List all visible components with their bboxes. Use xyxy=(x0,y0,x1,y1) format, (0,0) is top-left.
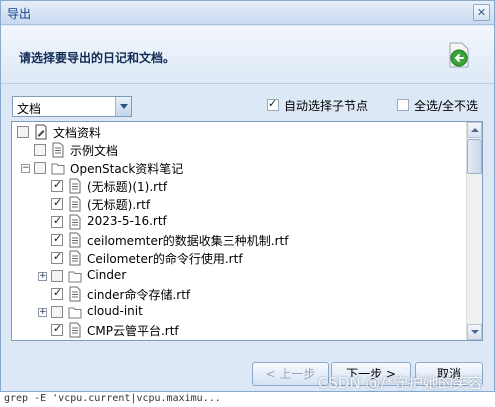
select-all-option[interactable]: 全选/全不选 xyxy=(397,97,487,113)
dialog-title: 导出 xyxy=(7,7,32,21)
select-all-checkbox[interactable] xyxy=(397,99,409,111)
instruction-header: 请选择要导出的日记和文档。 xyxy=(1,26,494,84)
tree-item-checkbox[interactable] xyxy=(34,162,46,174)
watermark-text: CSDN @/*守护她的笑容 xyxy=(317,374,483,392)
tree-item-checkbox[interactable] xyxy=(51,286,63,300)
document-icon xyxy=(51,142,65,158)
document-tree[interactable]: 文档资料示例文档 − OpenStack资料笔记 (无标题)(1).rtf (无标题).… xyxy=(11,121,483,341)
expand-icon[interactable]: + xyxy=(38,272,47,281)
chevron-down-icon[interactable] xyxy=(115,97,131,116)
vertical-scrollbar[interactable] xyxy=(466,122,482,340)
tree-item[interactable]: Ceilometer的命令行使用.rtf xyxy=(12,249,466,267)
document-icon xyxy=(68,178,82,194)
auto-select-children-option[interactable]: 自动选择子节点 xyxy=(267,97,377,113)
scroll-thumb[interactable] xyxy=(467,139,482,174)
tree-item-label: OpenStack资料笔记 xyxy=(70,162,184,176)
document-icon xyxy=(68,286,82,302)
tree-item-checkbox[interactable] xyxy=(51,214,63,228)
tree-item-checkbox[interactable] xyxy=(17,126,29,138)
folder-icon xyxy=(68,304,82,320)
folder-icon xyxy=(68,268,82,284)
tree-item-checkbox[interactable] xyxy=(51,250,63,264)
close-icon[interactable]: ✕ xyxy=(473,4,490,21)
tree-item[interactable]: 2023-5-16.rtf xyxy=(12,213,466,231)
tree-item[interactable]: (无标题).rtf xyxy=(12,195,466,213)
terminal-status-bar: grep -E 'vcpu.current|vcpu.maximu... xyxy=(0,392,495,407)
tree-item-checkbox[interactable] xyxy=(51,178,63,192)
document-icon xyxy=(68,214,82,230)
auto-select-children-label: 自动选择子节点 xyxy=(284,99,369,113)
tree-item-checkbox[interactable] xyxy=(34,144,46,156)
export-arrow-icon xyxy=(449,42,469,68)
document-icon xyxy=(68,196,82,212)
tree-item[interactable]: cinder命令存储.rtf xyxy=(12,285,466,303)
tree-item-label: Cinder xyxy=(87,268,127,282)
category-select-value: 文档 xyxy=(17,102,42,116)
tree-item-checkbox[interactable] xyxy=(51,232,63,246)
expand-icon[interactable]: + xyxy=(38,308,47,317)
folder-icon xyxy=(51,160,65,176)
export-dialog: 导出 ✕ 请选择要导出的日记和文档。 文档 自动选择子节点 全选/全不选 文档资… xyxy=(0,0,495,392)
tree-item[interactable]: ceilomemter的数据收集三种机制.rtf xyxy=(12,231,466,249)
document-icon xyxy=(68,322,82,338)
tree-item-checkbox[interactable] xyxy=(51,270,63,282)
edit-doc-icon xyxy=(34,124,48,140)
tree-item-label: (无标题)(1).rtf xyxy=(87,180,168,194)
instruction-text: 请选择要导出的日记和文档。 xyxy=(19,51,176,65)
document-icon xyxy=(68,232,82,248)
tree-item-label: 文档资料 xyxy=(53,126,102,140)
tree-item-label: CMP云管平台.rtf xyxy=(87,324,179,338)
tree-item[interactable]: (无标题)(1).rtf xyxy=(12,177,466,195)
tree-item-checkbox[interactable] xyxy=(51,196,63,210)
collapse-icon[interactable]: − xyxy=(21,164,30,173)
tree-item-label: ceilomemter的数据收集三种机制.rtf xyxy=(87,234,289,248)
tree-item[interactable]: CMP云管平台.rtf xyxy=(12,321,466,339)
tree-item-label: cloud-init xyxy=(87,304,143,318)
auto-select-children-checkbox[interactable] xyxy=(267,97,279,111)
scroll-up-icon[interactable] xyxy=(467,122,482,138)
tree-item[interactable]: + Cinder xyxy=(12,267,466,285)
title-bar: 导出 ✕ xyxy=(1,1,494,25)
tree-item-checkbox[interactable] xyxy=(51,322,63,336)
document-icon xyxy=(68,250,82,266)
tree-item[interactable]: − OpenStack资料笔记 xyxy=(12,159,466,177)
scroll-down-icon[interactable] xyxy=(467,324,482,340)
tree-item-checkbox[interactable] xyxy=(51,306,63,318)
tree-item[interactable]: 文档资料 xyxy=(12,123,466,141)
select-all-label: 全选/全不选 xyxy=(414,99,479,113)
tree-item-label: (无标题).rtf xyxy=(87,198,151,212)
tree-item-label: 示例文档 xyxy=(70,144,119,158)
tree-item-label: Ceilometer的命令行使用.rtf xyxy=(87,252,243,266)
tree-item[interactable]: + cloud-init xyxy=(12,303,466,321)
tree-item-label: 2023-5-16.rtf xyxy=(87,214,167,228)
tree-item-label: cinder命令存储.rtf xyxy=(87,288,191,302)
tree-item[interactable]: 示例文档 xyxy=(12,141,466,159)
status-text: grep -E 'vcpu.current|vcpu.maximu... xyxy=(4,393,221,404)
category-select[interactable]: 文档 xyxy=(12,96,132,117)
